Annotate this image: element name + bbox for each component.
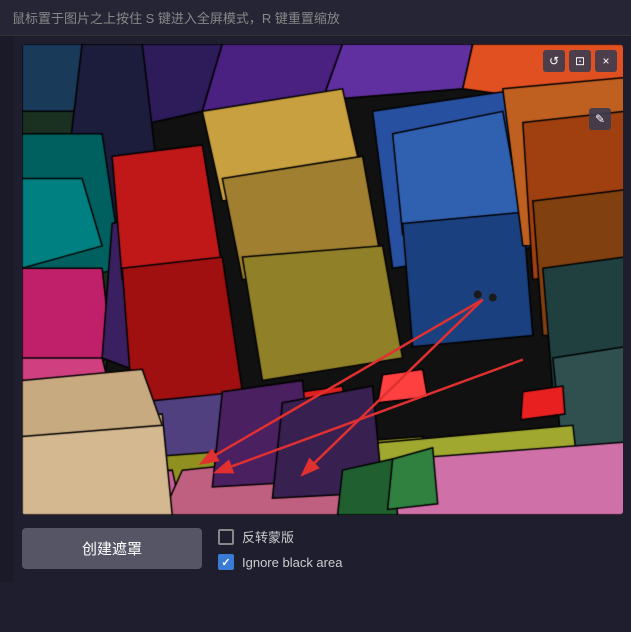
checkbox-group: 反转蒙版 Ignore black area bbox=[218, 527, 342, 570]
left-sidebar bbox=[0, 36, 14, 582]
close-icon: × bbox=[602, 54, 609, 68]
segmentation-image bbox=[22, 44, 623, 515]
main-area: ↺ ⊡ × ✎ 创建遮罩 bbox=[0, 36, 631, 582]
reverse-mask-option[interactable]: 反转蒙版 bbox=[218, 527, 342, 546]
image-viewer: ↺ ⊡ × ✎ bbox=[22, 44, 623, 515]
instruction-text: 鼠标置于图片之上按住 S 键进入全屏模式，R 键重置缩放 bbox=[12, 11, 340, 26]
app-container: 鼠标置于图片之上按住 S 键进入全屏模式，R 键重置缩放 bbox=[0, 0, 631, 632]
edit-button[interactable]: ✎ bbox=[589, 108, 611, 130]
settings-icon: ⊡ bbox=[575, 54, 585, 68]
reset-zoom-button[interactable]: ↺ bbox=[543, 50, 565, 72]
reverse-mask-label: 反转蒙版 bbox=[242, 527, 294, 546]
content-area: ↺ ⊡ × ✎ 创建遮罩 bbox=[14, 36, 631, 582]
edit-icon: ✎ bbox=[595, 112, 605, 126]
ignore-black-checkbox[interactable] bbox=[218, 554, 234, 570]
reset-icon: ↺ bbox=[549, 54, 559, 68]
image-controls: ↺ ⊡ × ✎ bbox=[543, 50, 617, 72]
bottom-area bbox=[0, 582, 631, 632]
reverse-checkbox[interactable] bbox=[218, 529, 234, 545]
controls-row: 创建遮罩 反转蒙版 Ignore black area bbox=[22, 523, 623, 574]
ignore-black-option[interactable]: Ignore black area bbox=[218, 554, 342, 570]
top-bar: 鼠标置于图片之上按住 S 键进入全屏模式，R 键重置缩放 bbox=[0, 0, 631, 36]
create-mask-button[interactable]: 创建遮罩 bbox=[22, 528, 202, 569]
ignore-black-label: Ignore black area bbox=[242, 555, 342, 570]
settings-button[interactable]: ⊡ bbox=[569, 50, 591, 72]
close-button[interactable]: × bbox=[595, 50, 617, 72]
